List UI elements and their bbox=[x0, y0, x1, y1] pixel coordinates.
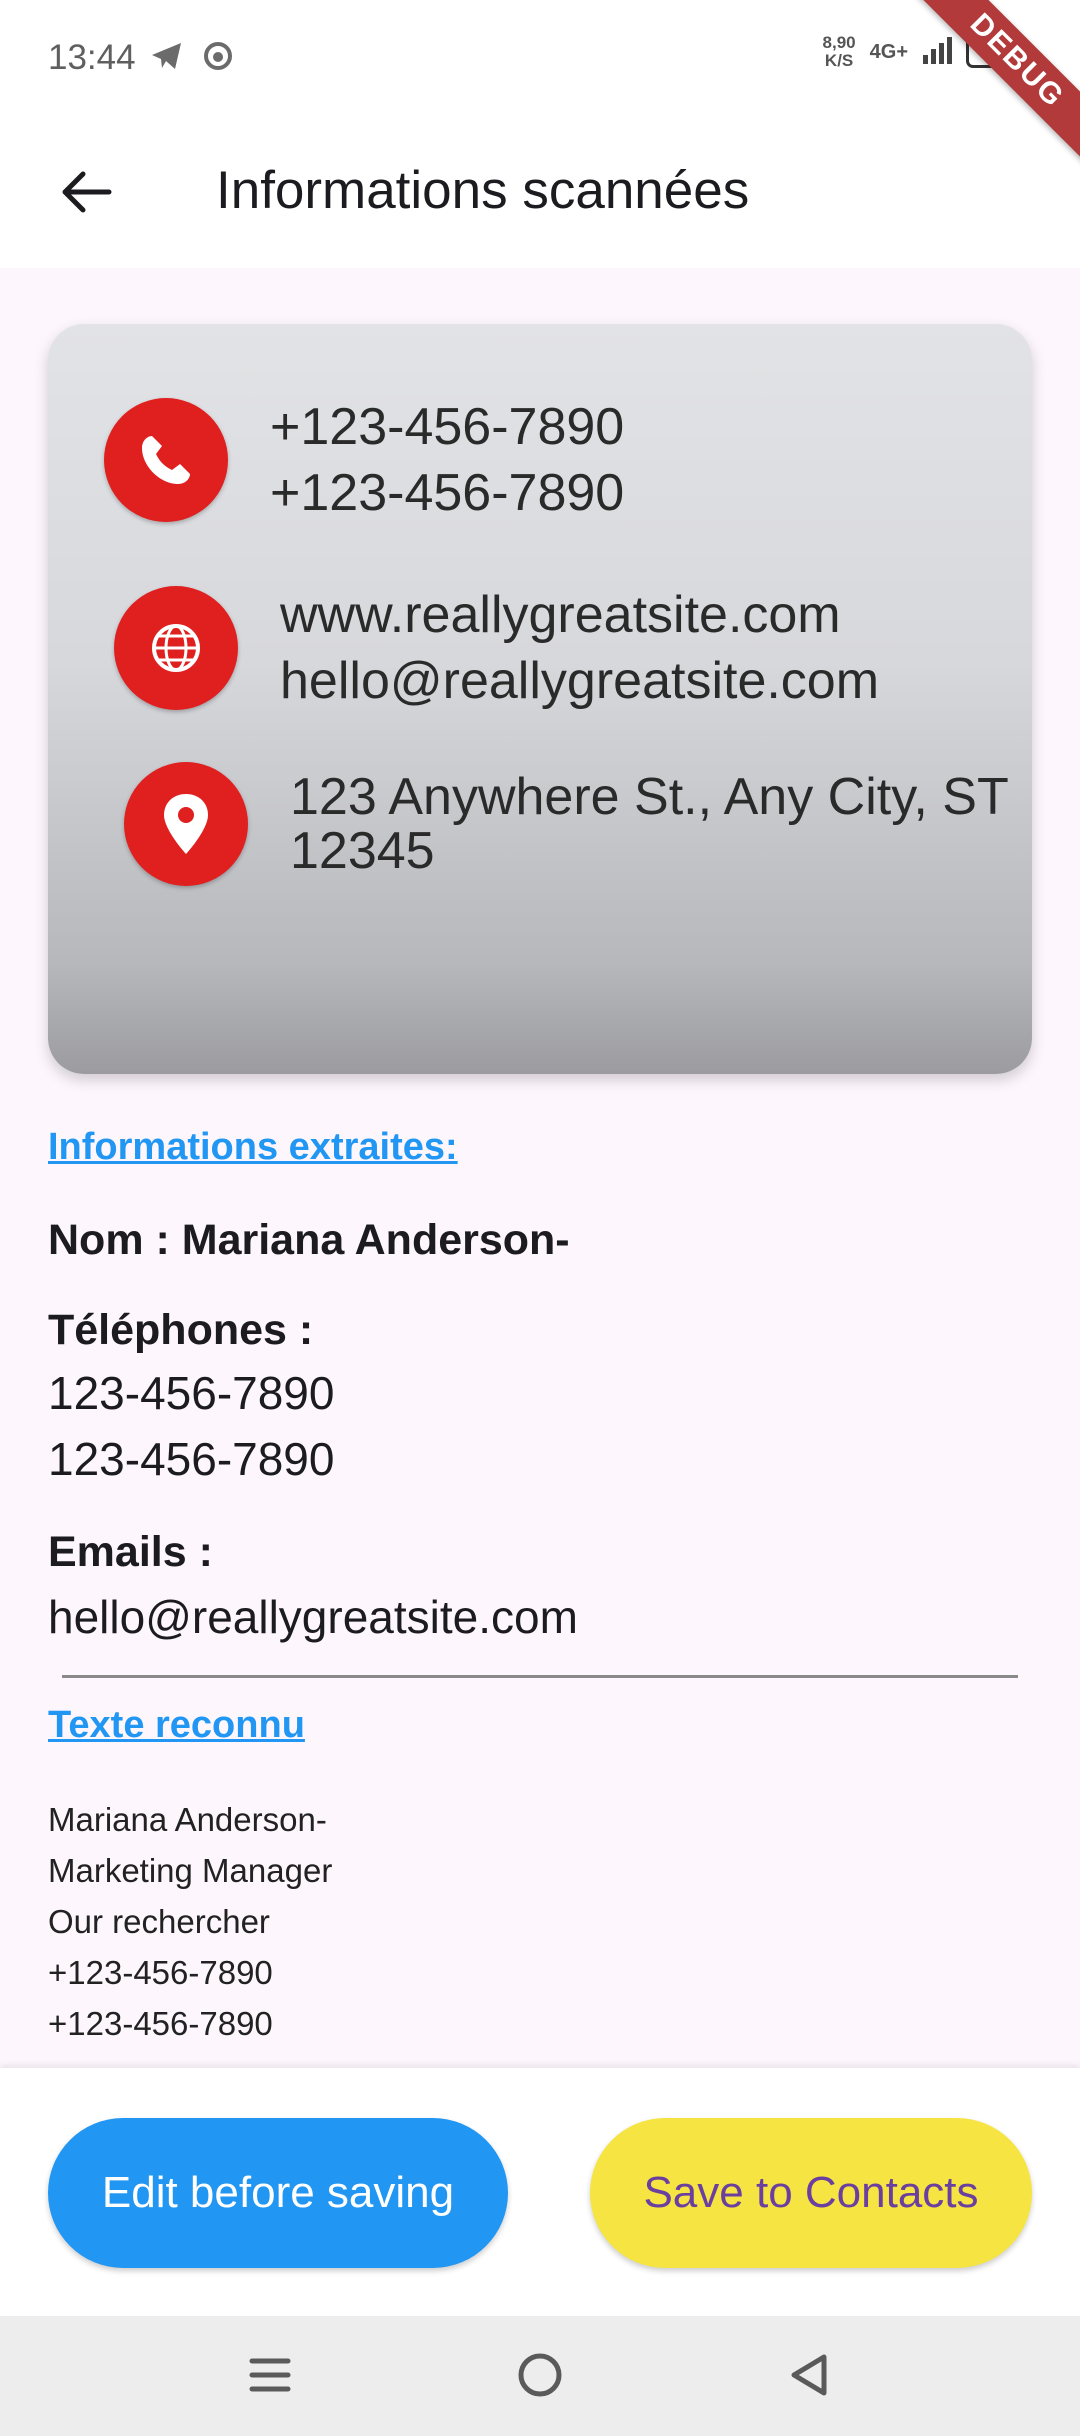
network-speed-value: 8,90 bbox=[822, 33, 856, 52]
phones-list: 123-456-7890 123-456-7890 bbox=[48, 1360, 334, 1492]
scan-address-row: 123 Anywhere St., Any City, ST 12345 bbox=[124, 762, 1009, 886]
scan-phone-lines: +123-456-7890 +123-456-7890 bbox=[270, 394, 624, 526]
notification-icons bbox=[150, 40, 234, 77]
scan-email: hello@reallygreatsite.com bbox=[280, 652, 880, 710]
status-bar: 13:44 8,90 K/S 4G+ bbox=[0, 0, 1080, 118]
recognized-line: +123-456-7890 bbox=[48, 1954, 273, 1991]
emails-list: hello@reallygreatsite.com bbox=[48, 1584, 578, 1650]
recognized-line: +123-456-7890 bbox=[48, 2005, 273, 2042]
email-value: hello@reallygreatsite.com bbox=[48, 1591, 578, 1643]
scan-phone-2: +123-456-7890 bbox=[270, 464, 625, 522]
triangle-back-icon bbox=[786, 2351, 830, 2404]
telegram-icon bbox=[150, 41, 184, 76]
phone-icon bbox=[104, 398, 228, 522]
phone-value: 123-456-7890 bbox=[48, 1433, 335, 1485]
recognized-line: Marketing Manager bbox=[48, 1852, 333, 1889]
system-nav-bar bbox=[0, 2316, 1080, 2436]
network-type: 4G+ bbox=[869, 40, 908, 63]
divider bbox=[62, 1675, 1018, 1678]
recognized-text-block: Mariana Anderson- Marketing Manager Our … bbox=[48, 1794, 1028, 2056]
recognized-line: Mariana Anderson- bbox=[48, 1801, 327, 1838]
status-time: 13:44 bbox=[48, 38, 136, 77]
emails-label: Emails : bbox=[48, 1528, 213, 1576]
menu-icon bbox=[248, 2353, 292, 2402]
scan-web-lines: www.reallygreatsite.com hello@reallygrea… bbox=[280, 582, 879, 714]
scan-address-lines: 123 Anywhere St., Any City, ST 12345 bbox=[290, 770, 1009, 878]
app-notification-icon bbox=[202, 40, 234, 77]
network-speed: 8,90 K/S bbox=[823, 34, 856, 70]
edit-before-saving-button[interactable]: Edit before saving bbox=[48, 2118, 508, 2268]
arrow-left-icon bbox=[57, 168, 113, 221]
nav-home-button[interactable] bbox=[500, 2342, 580, 2412]
save-to-contacts-button[interactable]: Save to Contacts bbox=[590, 2118, 1032, 2268]
page-title: Informations scannées bbox=[216, 161, 750, 220]
app-bar: Informations scannées bbox=[0, 118, 1080, 268]
nav-back-button[interactable] bbox=[768, 2342, 848, 2412]
phone-value: 123-456-7890 bbox=[48, 1367, 335, 1419]
scan-address-2: 12345 bbox=[290, 822, 435, 880]
network-speed-unit: K/S bbox=[824, 51, 854, 70]
nav-menu-button[interactable] bbox=[230, 2342, 310, 2412]
name-field: Nom : Mariana Anderson- bbox=[48, 1216, 570, 1264]
signal-icon bbox=[922, 35, 952, 70]
recognized-line: Our rechercher bbox=[48, 1903, 270, 1940]
scroll-content[interactable]: +123-456-7890 +123-456-7890 www.reallygr… bbox=[0, 268, 1080, 2068]
scanned-card-image: +123-456-7890 +123-456-7890 www.reallygr… bbox=[48, 324, 1032, 1074]
scan-address-1: 123 Anywhere St., Any City, ST bbox=[290, 768, 1009, 826]
screen: 13:44 8,90 K/S 4G+ DEBUG Informations sc… bbox=[0, 0, 1080, 2436]
extracted-info-title: Informations extraites: bbox=[48, 1126, 458, 1168]
scan-web-row: www.reallygreatsite.com hello@reallygrea… bbox=[114, 582, 879, 714]
home-circle-icon bbox=[516, 2351, 564, 2404]
scan-phone-row: +123-456-7890 +123-456-7890 bbox=[104, 394, 624, 526]
phones-label: Téléphones : bbox=[48, 1306, 314, 1354]
bottom-action-bar: Edit before saving Save to Contacts bbox=[0, 2068, 1080, 2316]
scan-website: www.reallygreatsite.com bbox=[280, 586, 841, 644]
location-pin-icon bbox=[124, 762, 248, 886]
scan-phone-1: +123-456-7890 bbox=[270, 398, 625, 456]
recognized-text-title: Texte reconnu bbox=[48, 1704, 305, 1746]
globe-icon bbox=[114, 586, 238, 710]
back-button[interactable] bbox=[40, 152, 130, 236]
